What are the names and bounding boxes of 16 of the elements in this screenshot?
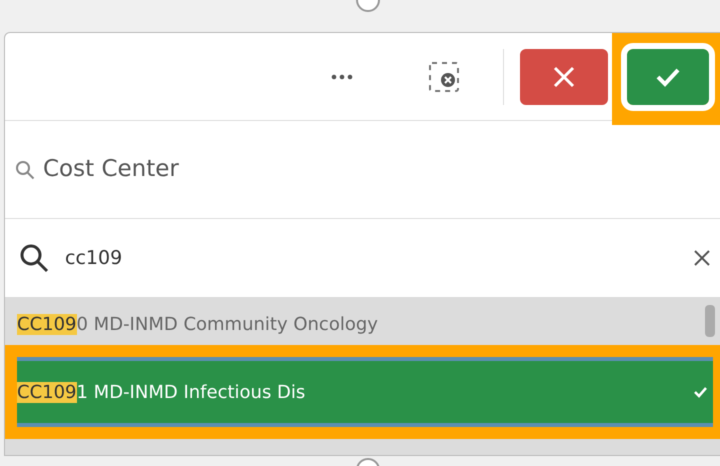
clear-icon[interactable] [693, 249, 711, 267]
close-icon [552, 64, 576, 88]
search-icon [15, 160, 35, 180]
confirm-button[interactable] [626, 48, 708, 104]
clear-selections-icon[interactable] [427, 60, 461, 94]
item-label: CC1090 MD-INMD Community Oncology [17, 312, 378, 336]
search-icon [19, 243, 49, 273]
scrollbar-thumb[interactable] [705, 305, 715, 337]
list-item[interactable]: CC1090 MD-INMD Community Oncology [5, 305, 720, 343]
field-title: Cost Center [43, 155, 179, 184]
item-label: CC1091 MD-INMD Infectious Dis [17, 380, 306, 404]
search-field[interactable]: cc109 [5, 219, 720, 297]
check-icon [693, 386, 707, 398]
cancel-button[interactable] [520, 48, 608, 104]
check-icon [654, 66, 680, 86]
list-item[interactable]: CC1091 MD-INMD Infectious Dis [17, 357, 713, 427]
